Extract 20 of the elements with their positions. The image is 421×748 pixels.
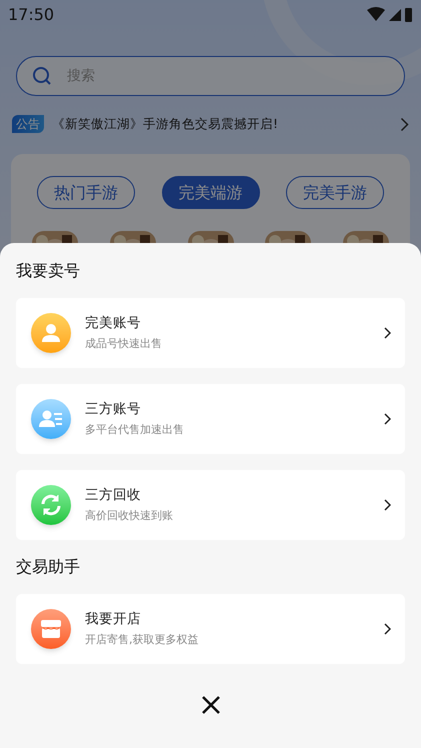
item-subtitle: 高价回收快速到账 bbox=[85, 508, 174, 524]
search-field[interactable]: 搜索 bbox=[16, 56, 405, 96]
item-title: 三方账号 bbox=[85, 400, 142, 419]
section-title: 我要卖号 bbox=[16, 260, 81, 282]
menu-item[interactable]: 三方回收 高价回收快速到账 bbox=[16, 470, 405, 540]
notice-badge: 公告 bbox=[12, 115, 44, 133]
status-time: 17:50 bbox=[8, 4, 54, 26]
item-subtitle: 开店寄售,获取更多权益 bbox=[85, 632, 200, 648]
game-tab[interactable]: 完美端游 bbox=[162, 176, 260, 209]
section-title: 交易助手 bbox=[16, 556, 81, 578]
menu-item[interactable]: 完美账号 成品号快速出售 bbox=[16, 298, 405, 368]
notice-bar[interactable]: 公告 《新笑傲江湖》手游角色交易震撼开启! bbox=[0, 112, 421, 136]
notice-text: 《新笑傲江湖》手游角色交易震撼开启! bbox=[52, 114, 280, 133]
item-subtitle: 多平台代售加速出售 bbox=[85, 422, 185, 438]
menu-item[interactable]: 我要开店 开店寄售,获取更多权益 bbox=[16, 594, 405, 664]
item-title: 我要开店 bbox=[85, 610, 142, 629]
item-title: 完美账号 bbox=[85, 314, 142, 333]
item-title: 三方回收 bbox=[85, 486, 142, 505]
item-subtitle: 成品号快速出售 bbox=[85, 336, 163, 352]
menu-item[interactable]: 三方账号 多平台代售加速出售 bbox=[16, 384, 405, 454]
